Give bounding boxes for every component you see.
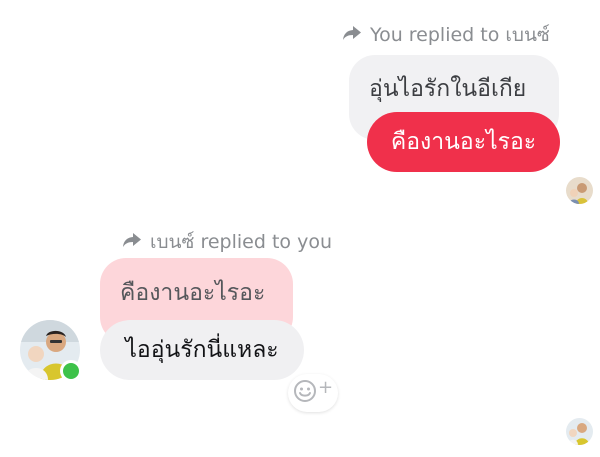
incoming-reply-caption-text: เบนซ์ replied to you — [150, 231, 332, 253]
incoming-reply-caption: เบนซ์ replied to you — [122, 227, 332, 257]
add-reaction-button[interactable]: + — [288, 374, 338, 412]
online-status-indicator — [60, 360, 82, 382]
reply-arrow-icon — [342, 24, 362, 46]
incoming-message-bubble[interactable]: ไออุ่นรักนี่แหละ — [100, 320, 304, 380]
outgoing-reply-caption-text: You replied to เบนซ์ — [370, 24, 550, 46]
outgoing-reply-caption: You replied to เบนซ์ — [342, 20, 550, 50]
outgoing-message-bubble[interactable]: คืองานอะไรอะ — [367, 112, 560, 172]
add-reaction-icon — [293, 379, 317, 407]
seen-avatar — [566, 177, 593, 204]
seen-avatar — [566, 418, 593, 445]
chat-thread: You replied to เบนซ์ อุ่นไอรักในอีเกีย ค… — [0, 0, 600, 457]
incoming-message-text: ไออุ่นรักนี่แหละ — [125, 337, 279, 363]
add-reaction-plus: + — [317, 377, 334, 398]
outgoing-message-text: คืองานอะไรอะ — [390, 129, 537, 155]
outgoing-quoted-text: อุ่นไอรักในอีเกีย — [369, 76, 527, 102]
reply-arrow-icon — [122, 231, 142, 253]
incoming-quoted-text: คืองานอะไรอะ — [120, 280, 266, 306]
